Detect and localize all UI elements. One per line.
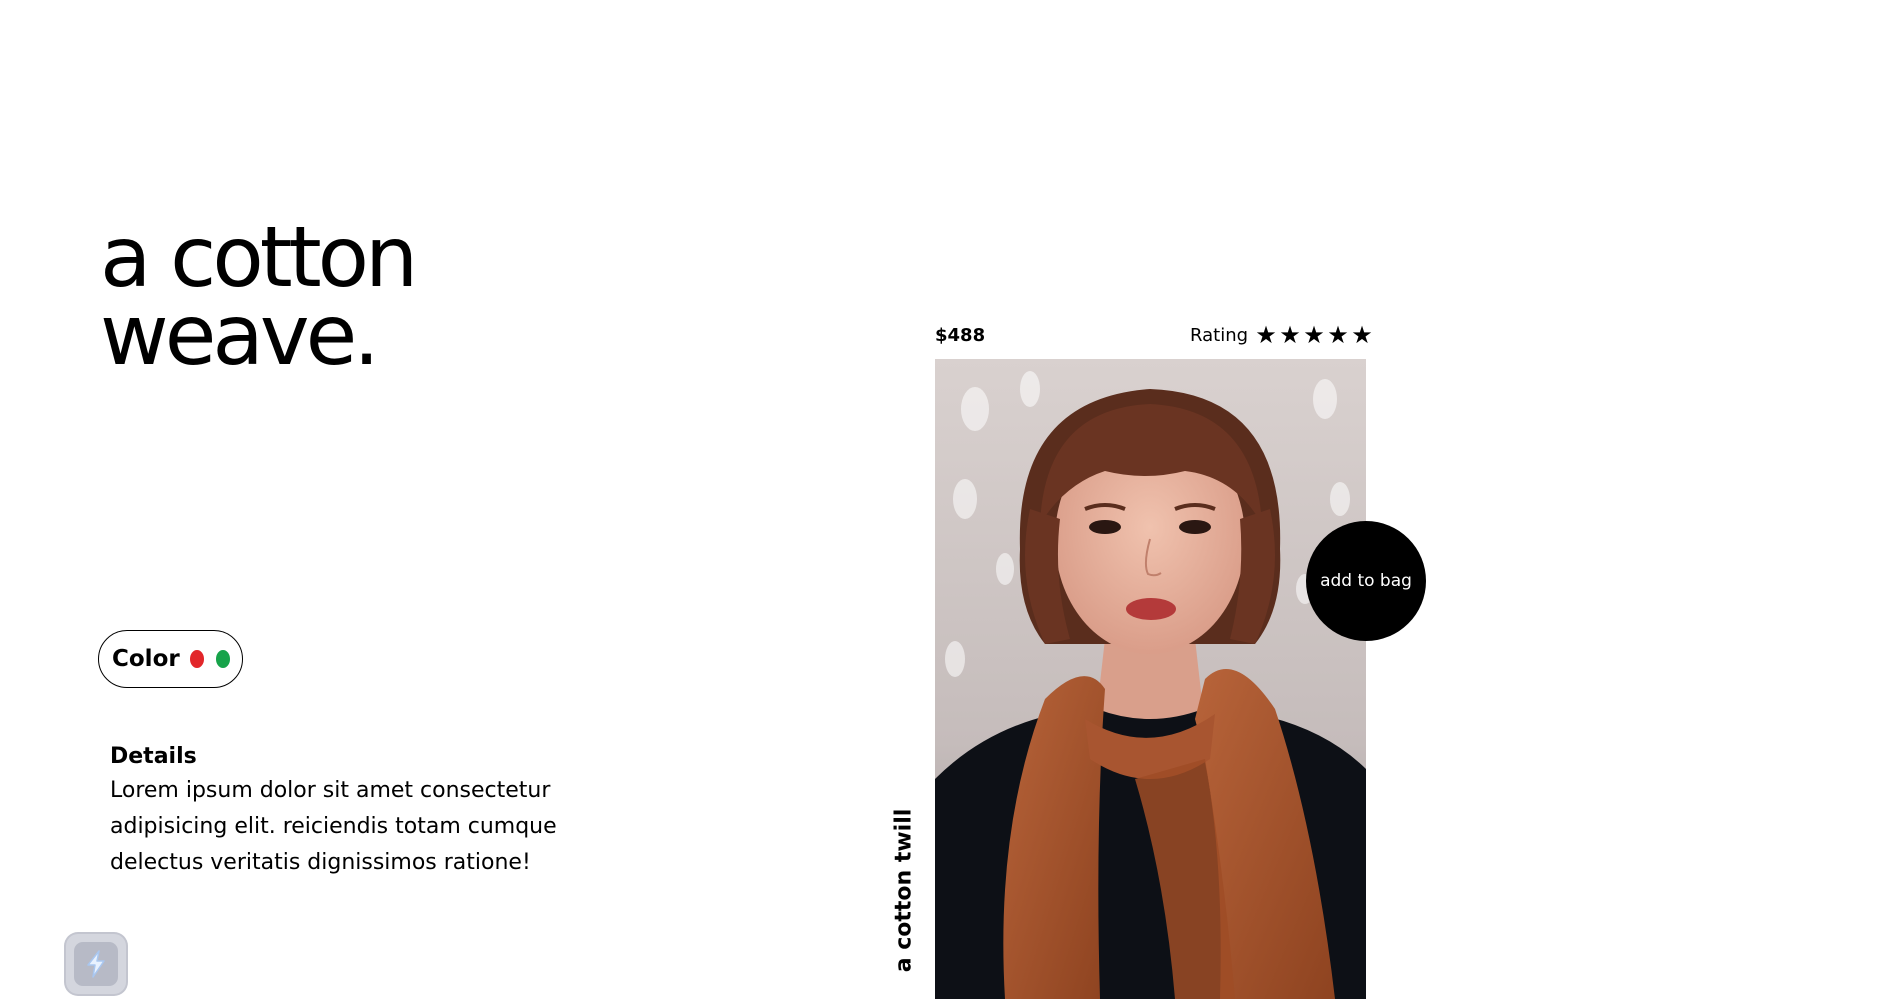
- product-title-line-1: a cotton: [100, 208, 418, 306]
- product-title: a cotton weave.: [100, 208, 418, 384]
- lightning-icon: [74, 942, 118, 986]
- vertical-caption: a cotton twill: [884, 808, 924, 972]
- app-widget-button[interactable]: [66, 934, 126, 994]
- details-heading: Details: [110, 744, 197, 769]
- product-title-line-2: weave.: [100, 286, 380, 384]
- color-swatch-red[interactable]: [189, 650, 204, 668]
- color-selector[interactable]: Color: [98, 630, 243, 688]
- star-icon: ★: [1303, 321, 1325, 349]
- product-photo: [935, 359, 1366, 999]
- rating-stars: ★ ★ ★ ★ ★: [1254, 323, 1374, 347]
- star-icon: ★: [1351, 321, 1373, 349]
- product-price: $488: [935, 325, 986, 346]
- color-swatch-green[interactable]: [215, 650, 230, 668]
- star-icon: ★: [1279, 321, 1301, 349]
- star-icon: ★: [1255, 321, 1277, 349]
- details-body: Lorem ipsum dolor sit amet consectetur a…: [110, 778, 557, 875]
- rating-label: Rating: [1190, 324, 1249, 346]
- vertical-caption-text: a cotton twill: [891, 808, 917, 972]
- product-rating: Rating ★ ★ ★ ★ ★: [1190, 323, 1374, 347]
- star-icon: ★: [1327, 321, 1349, 349]
- color-label: Color: [112, 646, 180, 672]
- details-section: Details Lorem ipsum dolor sit amet conse…: [110, 744, 610, 881]
- add-to-bag-button[interactable]: add to bag: [1306, 521, 1426, 641]
